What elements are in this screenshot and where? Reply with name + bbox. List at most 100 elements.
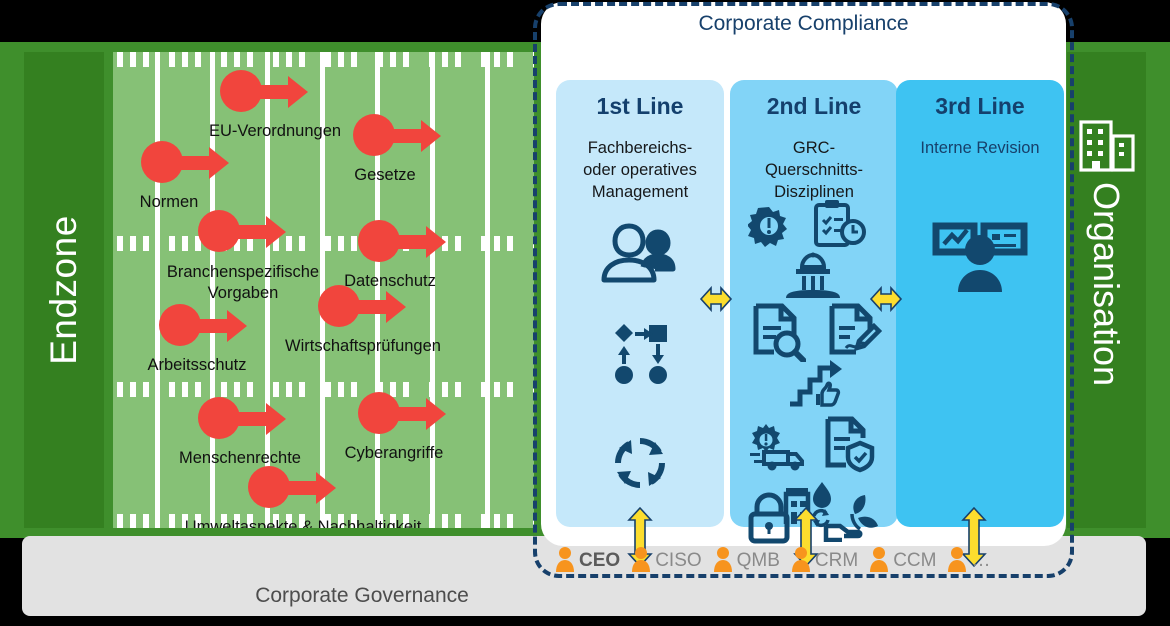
hash-mark — [390, 52, 396, 67]
hash-mark — [273, 382, 279, 397]
hash-mark — [130, 514, 136, 528]
governance-role-label: CEO — [579, 550, 621, 571]
hash-mark — [143, 382, 149, 397]
hash-mark — [182, 52, 188, 67]
governance-role-label: … — [971, 550, 991, 571]
hash-mark — [455, 236, 461, 251]
hash-mark — [130, 52, 136, 67]
hash-mark — [507, 236, 513, 251]
hash-mark — [234, 52, 240, 67]
red-arrow-icon — [284, 471, 336, 505]
hash-mark — [338, 382, 344, 397]
governance-role-label: CISO — [655, 550, 702, 571]
governance-role-label: CRM — [814, 550, 859, 571]
hash-mark — [507, 514, 513, 528]
person-icon — [791, 546, 810, 577]
governance-role[interactable]: CRM — [791, 546, 859, 577]
hash-mark — [429, 52, 435, 67]
hash-mark — [195, 382, 201, 397]
playfield: EU-Verordnungen Normen Branchenspezifische… — [113, 52, 534, 528]
governance-role-label: QMB — [736, 550, 780, 571]
hash-mark — [143, 236, 149, 251]
hash-mark — [117, 236, 123, 251]
governance-role[interactable]: CCM — [870, 546, 936, 577]
hash-mark-row — [113, 236, 534, 251]
hash-mark — [507, 382, 513, 397]
hash-mark — [481, 514, 487, 528]
hash-mark — [494, 236, 500, 251]
red-arrow-icon — [177, 146, 229, 180]
hash-mark — [299, 52, 305, 67]
hash-mark — [234, 382, 240, 397]
field-item-label: Normen — [139, 193, 199, 211]
hash-mark — [494, 52, 500, 67]
hash-mark — [221, 52, 227, 67]
governance-role[interactable]: … — [948, 546, 990, 577]
hash-mark — [143, 52, 149, 67]
person-icon — [556, 546, 574, 577]
red-arrow-icon — [256, 75, 308, 109]
hash-mark-row — [113, 382, 534, 397]
organisation-panel: Organisation — [1067, 52, 1146, 528]
hash-mark — [338, 52, 344, 67]
hash-mark — [273, 52, 279, 67]
diagram-root: Endzone EU-Verordnungen Normen Branchenspe… — [0, 0, 1170, 626]
hash-mark — [117, 52, 123, 67]
person-icon — [713, 546, 732, 577]
hash-mark — [130, 236, 136, 251]
hash-mark — [169, 52, 175, 67]
hash-mark — [455, 514, 461, 528]
hash-mark — [247, 52, 253, 67]
hash-mark — [403, 382, 409, 397]
hash-mark-row — [113, 52, 534, 67]
field-item-label: Umweltaspekte & Nachhaltigkeit — [184, 518, 422, 528]
field-item-label: Cyberangriffe — [344, 444, 444, 462]
person-icon — [948, 546, 967, 577]
red-arrow-icon — [394, 225, 446, 259]
corporate-compliance-boundary — [533, 2, 1074, 578]
hash-mark — [130, 382, 136, 397]
hash-mark — [143, 514, 149, 528]
hash-mark — [286, 236, 292, 251]
red-arrow-icon — [394, 397, 446, 431]
hash-mark — [351, 236, 357, 251]
hash-mark — [299, 382, 305, 397]
hash-mark — [494, 382, 500, 397]
corporate-governance-title: Corporate Governance — [255, 584, 469, 607]
governance-role[interactable]: QMB — [713, 546, 780, 577]
hash-mark — [286, 52, 292, 67]
hash-mark — [325, 382, 331, 397]
hash-mark — [325, 52, 331, 67]
hash-mark — [494, 514, 500, 528]
person-icon — [632, 546, 651, 577]
governance-role[interactable]: CISO — [632, 546, 702, 577]
hash-mark — [429, 382, 435, 397]
field-item-label: EU-Verordnungen — [208, 122, 342, 140]
hash-mark — [377, 52, 383, 67]
office-building-icon — [1078, 118, 1135, 177]
hash-mark — [507, 52, 513, 67]
field-item-label: Wirtschaftsprüfungen — [285, 337, 441, 355]
field-item-label: Gesetze — [354, 166, 416, 184]
hash-mark — [286, 382, 292, 397]
hash-mark — [299, 236, 305, 251]
governance-role-label: CCM — [893, 550, 937, 571]
endzone-label: Endzone — [43, 215, 85, 365]
hash-mark — [117, 382, 123, 397]
hash-mark — [169, 236, 175, 251]
hash-mark — [481, 236, 487, 251]
hash-mark — [442, 52, 448, 67]
hash-mark — [442, 382, 448, 397]
hash-mark — [481, 382, 487, 397]
governance-roles: CEO CISO QMB CRM CCM … — [556, 543, 1056, 579]
field-item-label: Arbeitsschutz — [147, 356, 247, 374]
red-arrow-icon — [389, 119, 441, 153]
hash-mark — [338, 236, 344, 251]
hash-mark — [455, 382, 461, 397]
governance-role[interactable]: CEO — [556, 546, 620, 577]
hash-mark — [481, 52, 487, 67]
hash-mark — [221, 382, 227, 397]
hash-mark — [195, 52, 201, 67]
organisation-label: Organisation — [1086, 181, 1128, 387]
red-arrow-icon — [354, 290, 406, 324]
